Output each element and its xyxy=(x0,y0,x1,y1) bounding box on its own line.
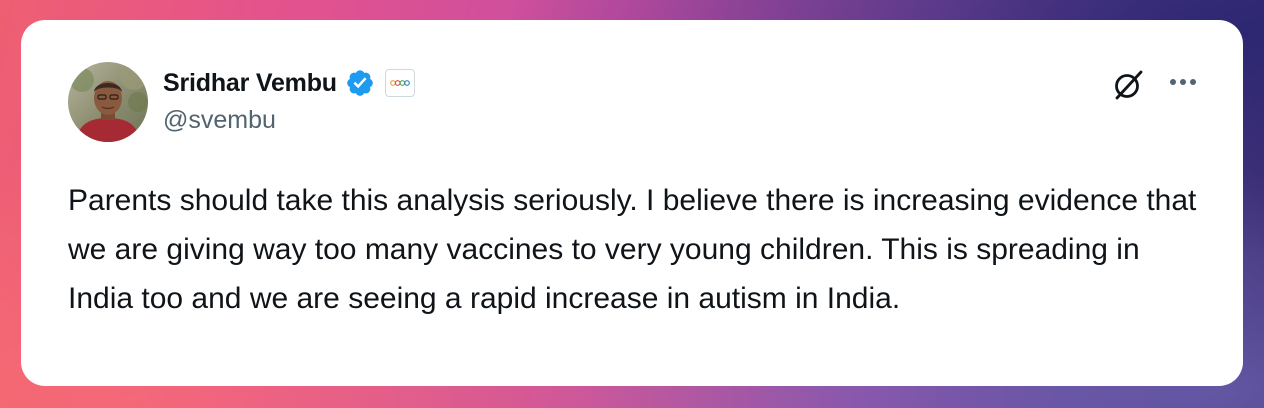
author-display-name[interactable]: Sridhar Vembu xyxy=(163,69,337,98)
affiliate-badge-icon[interactable] xyxy=(384,69,415,97)
verified-badge-icon[interactable] xyxy=(345,68,375,98)
avatar[interactable] xyxy=(68,62,148,142)
author-name-row: Sridhar Vembu xyxy=(163,66,415,100)
tweet-text: Parents should take this analysis seriou… xyxy=(68,184,1197,315)
more-options-icon[interactable] xyxy=(1165,70,1201,94)
grok-icon[interactable] xyxy=(1111,66,1147,102)
author-handle[interactable]: @svembu xyxy=(163,106,276,135)
tweet-card: Sridhar Vembu @svembu Parents should tak… xyxy=(21,20,1243,386)
